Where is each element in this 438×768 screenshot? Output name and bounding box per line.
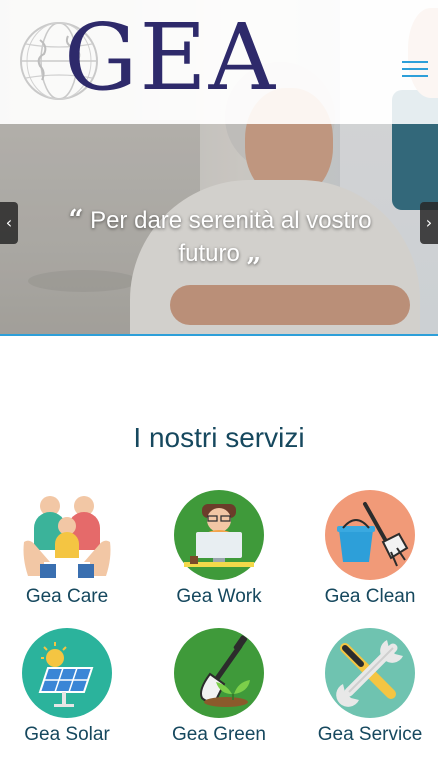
services-title: I nostri servizi [133, 422, 305, 453]
hamburger-menu-icon[interactable] [400, 58, 430, 80]
slider-prev-button[interactable]: ‹ [0, 202, 18, 244]
service-label: Gea Clean [324, 586, 416, 607]
bucket-broom-icon [325, 490, 415, 580]
service-gea-clean[interactable]: Gea Clean [305, 490, 435, 608]
service-gea-green[interactable]: Gea Green [154, 628, 284, 746]
site-header: GEA [0, 0, 438, 124]
service-label: Gea Solar [24, 724, 110, 745]
service-label: Gea Service [317, 724, 423, 745]
slider-next-button[interactable]: › [420, 202, 438, 244]
service-gea-care[interactable]: Gea Care [2, 490, 132, 608]
computer-work-icon [174, 490, 264, 580]
solar-panel-icon [22, 628, 112, 718]
quote-close-mark: „ [246, 238, 262, 268]
hero-quote-text: Per dare serenità al vostro futuro [90, 207, 372, 267]
service-gea-service[interactable]: Gea Service [305, 628, 435, 746]
service-gea-solar[interactable]: Gea Solar [2, 628, 132, 746]
quote-open-mark: “ [68, 205, 84, 235]
brand-logo[interactable]: GEA [64, 8, 277, 108]
service-label: Gea Work [176, 586, 262, 607]
service-label: Gea Green [172, 724, 266, 745]
service-label: Gea Care [25, 586, 109, 607]
hero-quote: “ Per dare serenità al vostro futuro „ [40, 204, 400, 270]
wrench-screwdriver-icon [325, 628, 415, 718]
service-gea-work[interactable]: Gea Work [154, 490, 284, 608]
shovel-plant-icon [174, 628, 264, 718]
family-care-icon [23, 496, 111, 578]
hero-accent-stripe [0, 334, 438, 336]
